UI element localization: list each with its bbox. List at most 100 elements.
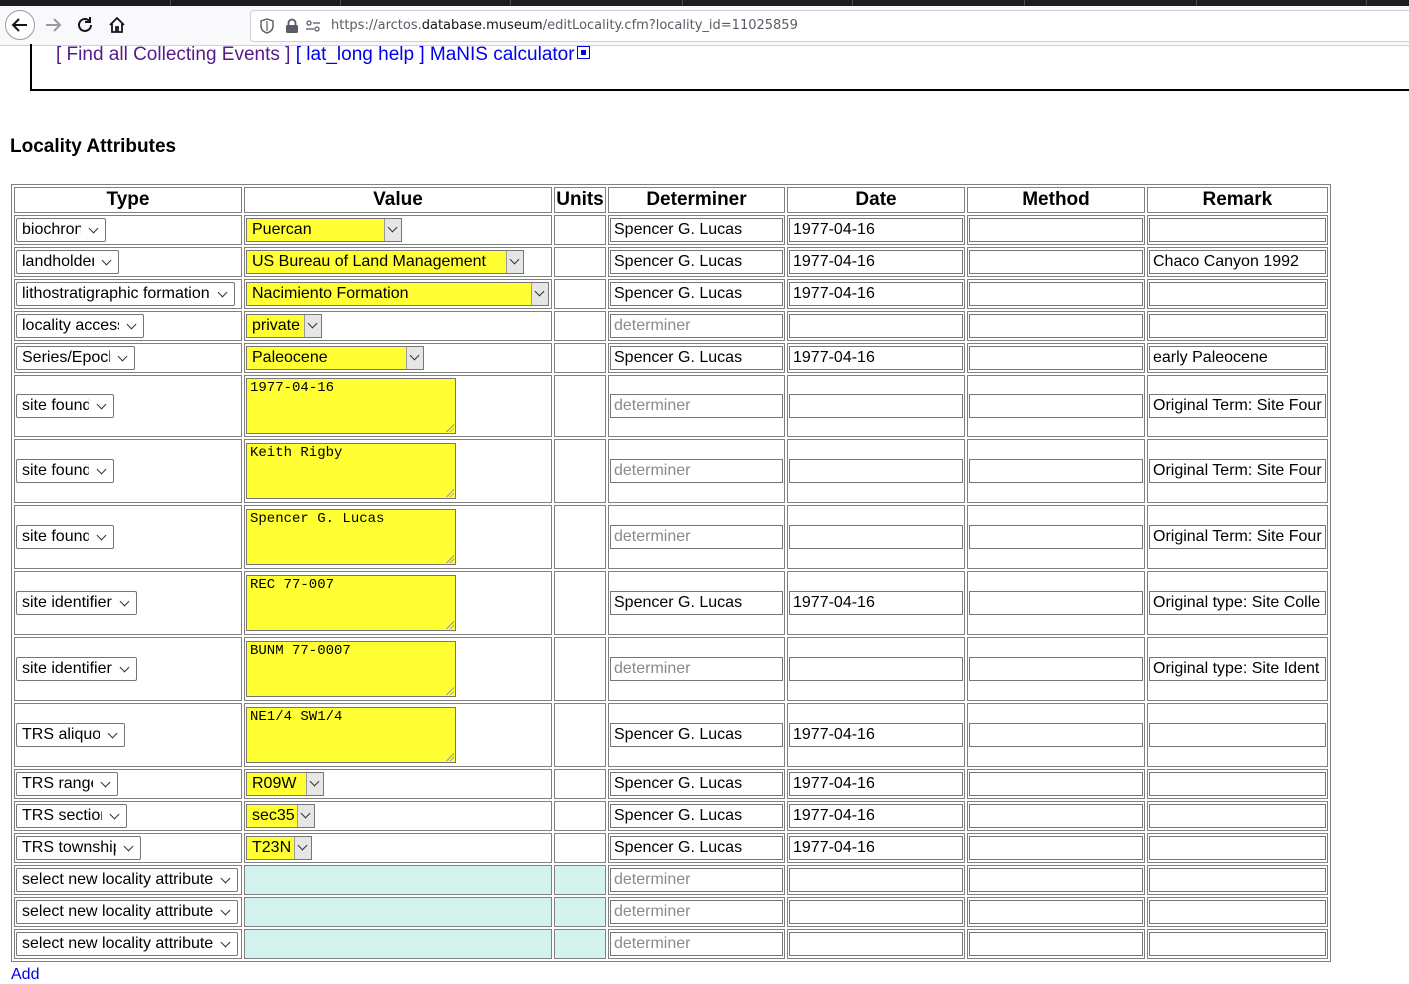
remark-input[interactable]: early Paleocene — [1149, 346, 1326, 370]
date-input[interactable]: 1977-04-16 — [789, 591, 963, 615]
remark-input[interactable]: Original Term: Site Four — [1149, 525, 1326, 549]
date-input[interactable] — [789, 657, 963, 681]
remark-input[interactable] — [1149, 723, 1326, 747]
determiner-input[interactable]: determiner — [610, 525, 783, 549]
remark-input[interactable]: Original type: Site Ident — [1149, 657, 1326, 681]
type-select[interactable]: lithostratigraphic formation — [16, 282, 235, 306]
date-input[interactable] — [789, 525, 963, 549]
type-select[interactable]: select new locality attribute — [16, 900, 238, 924]
determiner-input[interactable]: determiner — [610, 459, 783, 483]
determiner-input[interactable]: Spencer G. Lucas — [610, 250, 783, 274]
method-input[interactable] — [969, 657, 1143, 681]
date-input[interactable]: 1977-04-16 — [789, 346, 963, 370]
remark-input[interactable] — [1149, 868, 1326, 892]
determiner-input[interactable]: Spencer G. Lucas — [610, 218, 783, 242]
shield-icon[interactable] — [259, 18, 275, 34]
value-textarea[interactable]: REC 77-007 — [246, 575, 456, 631]
add-attribute-link[interactable]: Add — [11, 966, 39, 984]
type-select[interactable]: select new locality attribute — [16, 868, 238, 892]
type-select[interactable]: site identifier — [16, 591, 137, 615]
remark-input[interactable] — [1149, 900, 1326, 924]
type-select[interactable]: site found — [16, 394, 114, 418]
determiner-input[interactable]: determiner — [610, 314, 783, 338]
resize-grip-icon[interactable] — [445, 488, 454, 497]
date-input[interactable] — [789, 932, 963, 956]
determiner-input[interactable]: determiner — [610, 932, 783, 956]
value-select[interactable]: Nacimiento Formation — [246, 282, 549, 306]
remark-input[interactable] — [1149, 282, 1326, 306]
determiner-input[interactable]: Spencer G. Lucas — [610, 723, 783, 747]
type-select[interactable]: locality access — [16, 314, 144, 338]
type-select[interactable]: TRS township — [16, 836, 141, 860]
method-input[interactable] — [969, 250, 1143, 274]
date-input[interactable]: 1977-04-16 — [789, 836, 963, 860]
determiner-input[interactable]: Spencer G. Lucas — [610, 772, 783, 796]
determiner-input[interactable]: Spencer G. Lucas — [610, 346, 783, 370]
method-input[interactable] — [969, 932, 1143, 956]
value-cell-empty[interactable] — [244, 897, 552, 927]
method-input[interactable] — [969, 900, 1143, 924]
type-select[interactable]: TRS range — [16, 772, 118, 796]
value-select[interactable]: US Bureau of Land Management — [246, 250, 524, 274]
reload-button[interactable] — [70, 10, 100, 40]
date-input[interactable]: 1977-04-16 — [789, 282, 963, 306]
value-textarea[interactable]: 1977-04-16 — [246, 378, 456, 434]
value-select[interactable]: R09W — [246, 772, 324, 796]
units-cell-empty[interactable] — [554, 865, 606, 895]
method-input[interactable] — [969, 394, 1143, 418]
forward-button[interactable] — [38, 10, 68, 40]
resize-grip-icon[interactable] — [445, 752, 454, 761]
find-collecting-events-link[interactable]: [ Find all Collecting Events ] — [56, 44, 290, 65]
date-input[interactable]: 1977-04-16 — [789, 772, 963, 796]
date-input[interactable] — [789, 394, 963, 418]
type-select[interactable]: TRS section — [16, 804, 127, 828]
date-input[interactable] — [789, 900, 963, 924]
method-input[interactable] — [969, 836, 1143, 860]
resize-grip-icon[interactable] — [445, 620, 454, 629]
method-input[interactable] — [969, 282, 1143, 306]
remark-input[interactable] — [1149, 772, 1326, 796]
type-select[interactable]: biochron — [16, 218, 106, 242]
date-input[interactable]: 1977-04-16 — [789, 218, 963, 242]
determiner-input[interactable]: determiner — [610, 900, 783, 924]
resize-grip-icon[interactable] — [445, 686, 454, 695]
method-input[interactable] — [969, 772, 1143, 796]
date-input[interactable] — [789, 314, 963, 338]
date-input[interactable]: 1977-04-16 — [789, 250, 963, 274]
date-input[interactable]: 1977-04-16 — [789, 723, 963, 747]
value-select[interactable]: private — [246, 314, 322, 338]
latlong-help-link[interactable]: [ lat_long help ] — [296, 44, 425, 65]
remark-input[interactable]: Original type: Site Colle — [1149, 591, 1326, 615]
home-button[interactable] — [102, 10, 132, 40]
manis-calculator-link[interactable]: MaNIS calculator — [430, 44, 590, 65]
determiner-input[interactable]: Spencer G. Lucas — [610, 282, 783, 306]
value-select[interactable]: Paleocene — [246, 346, 424, 370]
method-input[interactable] — [969, 591, 1143, 615]
remark-input[interactable] — [1149, 932, 1326, 956]
value-cell-empty[interactable] — [244, 929, 552, 959]
remark-input[interactable]: Chaco Canyon 1992 — [1149, 250, 1326, 274]
units-cell-empty[interactable] — [554, 897, 606, 927]
permissions-icon[interactable] — [305, 18, 321, 34]
method-input[interactable] — [969, 314, 1143, 338]
determiner-input[interactable]: Spencer G. Lucas — [610, 591, 783, 615]
remark-input[interactable] — [1149, 314, 1326, 338]
value-textarea[interactable]: BUNM 77-0007 — [246, 641, 456, 697]
type-select[interactable]: Series/Epoch — [16, 346, 135, 370]
value-textarea[interactable]: Keith Rigby — [246, 443, 456, 499]
date-input[interactable]: 1977-04-16 — [789, 804, 963, 828]
resize-grip-icon[interactable] — [445, 554, 454, 563]
type-select[interactable]: TRS aliquot — [16, 723, 125, 747]
method-input[interactable] — [969, 459, 1143, 483]
date-input[interactable] — [789, 459, 963, 483]
date-input[interactable] — [789, 868, 963, 892]
value-select[interactable]: Puercan — [246, 218, 402, 242]
value-cell-empty[interactable] — [244, 865, 552, 895]
method-input[interactable] — [969, 346, 1143, 370]
remark-input[interactable] — [1149, 804, 1326, 828]
lock-icon[interactable] — [285, 18, 299, 34]
type-select[interactable]: site found — [16, 525, 114, 549]
determiner-input[interactable]: determiner — [610, 394, 783, 418]
determiner-input[interactable]: Spencer G. Lucas — [610, 804, 783, 828]
value-textarea[interactable]: NE1/4 SW1/4 — [246, 707, 456, 763]
